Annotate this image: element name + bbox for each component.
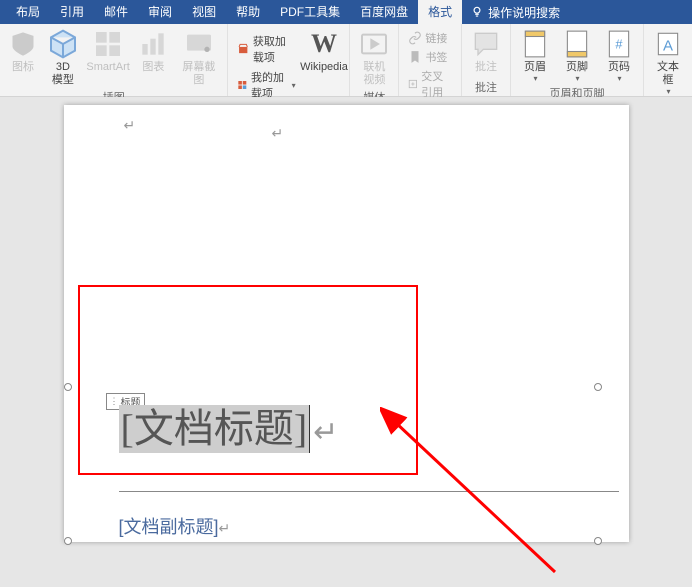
smartart-icon xyxy=(92,28,124,60)
chevron-down-icon: ▾ xyxy=(666,87,670,96)
smartart-button[interactable]: SmartArt xyxy=(84,26,133,76)
paragraph-mark: ↵ xyxy=(272,125,284,142)
footer-button[interactable]: 页脚 ▾ xyxy=(557,26,597,85)
bookmark-button[interactable]: 书签 xyxy=(405,48,455,66)
comment-icon xyxy=(470,28,502,60)
comment-button[interactable]: 批注 xyxy=(466,26,506,76)
link-icon xyxy=(408,31,422,45)
tab-pdf-tools[interactable]: PDF工具集 xyxy=(270,0,350,24)
tab-references[interactable]: 引用 xyxy=(50,0,94,24)
cube-icon xyxy=(47,28,79,60)
selection-handle[interactable] xyxy=(594,383,602,391)
store-icon xyxy=(237,41,249,57)
ribbon-tab-bar: 布局 引用 邮件 审阅 视图 帮助 PDF工具集 百度网盘 格式 操作说明搜索 xyxy=(0,0,692,24)
subtitle-placeholder-text[interactable]: [文档副标题] xyxy=(119,517,219,537)
ribbon-group-text: A 文本框 ▾ xyxy=(644,24,692,96)
screenshot-icon xyxy=(183,28,215,60)
chevron-down-icon: ▾ xyxy=(617,74,621,83)
ribbon-group-links: 链接 书签 交叉引用 链接 xyxy=(399,24,462,96)
icons-button[interactable]: 图标 xyxy=(4,26,42,76)
chart-icon xyxy=(137,28,169,60)
ribbon-group-header-footer: 页眉 ▾ 页脚 ▾ # 页码 ▾ 页眉和页脚 xyxy=(511,24,644,96)
selection-handle[interactable] xyxy=(594,537,602,545)
header-icon xyxy=(519,28,551,60)
horizontal-rule xyxy=(119,491,619,492)
page-number-button[interactable]: # 页码 ▾ xyxy=(599,26,639,85)
chevron-down-icon: ▾ xyxy=(533,74,537,83)
crossref-icon xyxy=(408,77,418,91)
paragraph-mark: ↵ xyxy=(313,416,338,449)
textbox-button[interactable]: A 文本框 ▾ xyxy=(648,26,688,98)
get-addins-button[interactable]: 获取加载项 xyxy=(234,32,298,66)
chevron-down-icon: ▾ xyxy=(292,81,296,90)
document-area[interactable]: ↵ ↵ 标题 [文档标题]↵ [文档副标题]↵ xyxy=(0,97,692,542)
chart-button[interactable]: 图表 xyxy=(134,26,172,76)
title-content-control[interactable]: [文档标题]↵ xyxy=(119,405,339,453)
tell-me-search[interactable]: 操作说明搜索 xyxy=(470,4,560,21)
group-label-comments: 批注 xyxy=(466,79,506,96)
selection-handle[interactable] xyxy=(64,537,72,545)
tab-help[interactable]: 帮助 xyxy=(226,0,270,24)
ribbon-group-illustrations: 图标 3D 模型 SmartArt 图表 xyxy=(0,24,228,96)
cross-reference-button[interactable]: 交叉引用 xyxy=(405,67,455,101)
link-button[interactable]: 链接 xyxy=(405,29,455,47)
ribbon-group-addins: 获取加载项 我的加载项 ▾ W Wikipedia 加载项 xyxy=(228,24,350,96)
tab-view[interactable]: 视图 xyxy=(182,0,226,24)
footer-icon xyxy=(561,28,593,60)
wikipedia-icon: W xyxy=(308,28,340,60)
tab-mailings[interactable]: 邮件 xyxy=(94,0,138,24)
title-placeholder-text[interactable]: [文档标题] xyxy=(119,405,311,453)
paragraph-mark: ↵ xyxy=(124,117,136,134)
lightbulb-icon xyxy=(470,5,484,19)
document-page[interactable]: ↵ ↵ 标题 [文档标题]↵ [文档副标题]↵ xyxy=(64,105,629,542)
svg-text:A: A xyxy=(663,37,673,54)
pagenum-icon: # xyxy=(603,28,635,60)
online-video-button[interactable]: 联机视频 xyxy=(354,26,394,89)
textbox-icon: A xyxy=(652,28,684,60)
ribbon-group-comments: 批注 批注 xyxy=(462,24,511,96)
svg-text:#: # xyxy=(615,36,623,51)
tab-format[interactable]: 格式 xyxy=(418,0,462,24)
tab-baidu-netdisk[interactable]: 百度网盘 xyxy=(350,0,418,24)
paragraph-mark: ↵ xyxy=(219,520,231,536)
selection-handle[interactable] xyxy=(64,383,72,391)
subtitle-content-control[interactable]: [文档副标题]↵ xyxy=(119,513,231,539)
ribbon-group-media: 联机视频 媒体 xyxy=(350,24,399,96)
icons-icon xyxy=(7,28,39,60)
video-icon xyxy=(358,28,390,60)
tab-layout[interactable]: 布局 xyxy=(6,0,50,24)
ribbon: 图标 3D 模型 SmartArt 图表 xyxy=(0,24,692,97)
bookmark-icon xyxy=(408,50,422,64)
tell-me-label: 操作说明搜索 xyxy=(488,4,560,21)
3d-models-button[interactable]: 3D 模型 xyxy=(44,26,82,89)
addins-icon xyxy=(237,77,248,93)
tab-review[interactable]: 审阅 xyxy=(138,0,182,24)
chevron-down-icon: ▾ xyxy=(575,74,579,83)
header-button[interactable]: 页眉 ▾ xyxy=(515,26,555,85)
wikipedia-button[interactable]: W Wikipedia xyxy=(303,26,346,76)
screenshot-button[interactable]: 屏幕截图 xyxy=(174,26,223,89)
